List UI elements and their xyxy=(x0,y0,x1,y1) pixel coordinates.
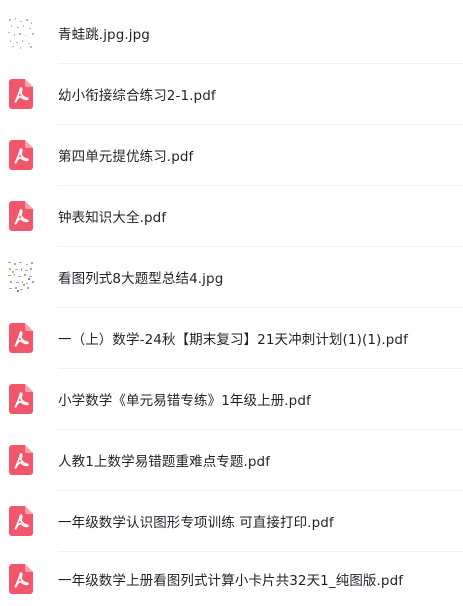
file-name: 小学数学《单元易错专练》1年级上册.pdf xyxy=(58,392,311,409)
image-thumbnail-icon xyxy=(6,258,36,295)
pdf-icon xyxy=(6,320,36,356)
pdf-icon xyxy=(6,442,36,478)
file-name: 第四单元提优练习.pdf xyxy=(58,148,194,165)
file-name: 一（上）数学-24秋【期末复习】21天冲刺计划(1)(1).pdf xyxy=(58,331,408,348)
file-name: 一年级数学上册看图列式计算小卡片共32天1_纯图版.pdf xyxy=(58,572,404,589)
file-row[interactable]: 一（上）数学-24秋【期末复习】21天冲刺计划(1)(1).pdf xyxy=(0,307,463,368)
file-row[interactable]: 钟表知识大全.pdf xyxy=(0,185,463,246)
image-thumbnail-icon xyxy=(6,14,36,51)
file-row[interactable]: 一年级数学上册看图列式计算小卡片共32天1_纯图版.pdf xyxy=(0,551,463,606)
file-name: 一年级数学认识图形专项训练 可直接打印.pdf xyxy=(58,514,334,531)
pdf-icon xyxy=(6,381,36,417)
pdf-icon xyxy=(6,503,36,539)
file-row[interactable]: 幼小衔接综合练习2-1.pdf xyxy=(0,63,463,124)
file-row[interactable]: 小学数学《单元易错专练》1年级上册.pdf xyxy=(0,368,463,429)
file-name: 钟表知识大全.pdf xyxy=(58,209,167,226)
pdf-icon xyxy=(6,76,36,112)
file-list: 青蛙跳.jpg.jpg 幼小衔接综合练习2-1.pdf 第四单元提优练习.pdf xyxy=(0,0,463,606)
file-name: 青蛙跳.jpg.jpg xyxy=(58,26,150,43)
file-row[interactable]: 看图列式8大题型总结4.jpg xyxy=(0,246,463,307)
file-row[interactable]: 一年级数学认识图形专项训练 可直接打印.pdf xyxy=(0,490,463,551)
file-name: 幼小衔接综合练习2-1.pdf xyxy=(58,87,216,104)
file-name: 看图列式8大题型总结4.jpg xyxy=(58,270,224,287)
file-name: 人教1上数学易错题重难点专题.pdf xyxy=(58,453,271,470)
pdf-icon xyxy=(6,561,36,597)
file-row[interactable]: 第四单元提优练习.pdf xyxy=(0,124,463,185)
file-row[interactable]: 青蛙跳.jpg.jpg xyxy=(0,2,463,63)
file-row[interactable]: 人教1上数学易错题重难点专题.pdf xyxy=(0,429,463,490)
pdf-icon xyxy=(6,198,36,234)
pdf-icon xyxy=(6,137,36,173)
